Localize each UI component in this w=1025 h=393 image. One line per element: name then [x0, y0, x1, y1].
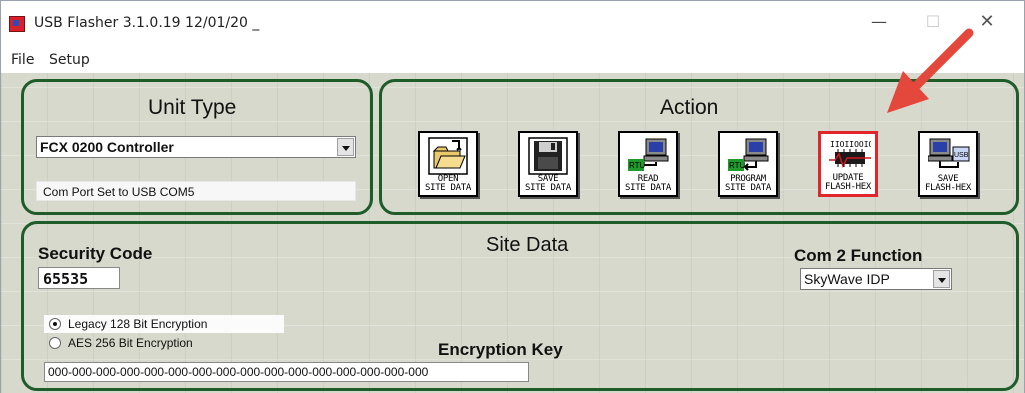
- svg-text:RTU: RTU: [729, 161, 746, 170]
- menu-bar: File Setup: [1, 49, 1024, 71]
- rtu-to-computer-icon: RTU: [628, 138, 669, 171]
- app-logo-icon: [9, 16, 25, 32]
- annotation-arrow-icon: [887, 28, 974, 113]
- legacy-encryption-option[interactable]: Legacy 128 Bit Encryption: [44, 315, 284, 333]
- action-title: Action: [660, 96, 719, 119]
- open-folder-icon: [428, 137, 468, 175]
- encryption-key-input[interactable]: 000-000-000-000-000-000-000-000-000-000-…: [44, 362, 529, 382]
- unit-type-value: FCX 0200 Controller: [40, 139, 174, 155]
- security-code-input[interactable]: 65535: [38, 267, 120, 289]
- com2-function-value: SkyWave IDP: [804, 271, 890, 287]
- computer-to-usb-icon: USB: [928, 138, 970, 168]
- com-port-status: Com Port Set to USB COM5: [36, 181, 356, 201]
- read-site-data-label: READ SITE DATA: [624, 174, 672, 193]
- update-flash-hex-label: UPDATE FLASH-HEX: [824, 173, 872, 192]
- read-site-data-button[interactable]: RTU READ SITE DATA: [618, 131, 678, 197]
- svg-text:RTU: RTU: [629, 161, 646, 170]
- program-site-data-button[interactable]: RTU PROGRAM SITE DATA: [718, 131, 778, 197]
- app-window: USB Flasher 3.1.0.19 12/01/20 _ — ☐ ✕ Fi…: [0, 0, 1025, 393]
- radio-button[interactable]: [49, 337, 61, 349]
- encryption-key-label: Encryption Key: [438, 340, 563, 359]
- svg-text:USB: USB: [954, 152, 969, 159]
- menu-setup[interactable]: Setup: [49, 52, 90, 68]
- com2-function-dropdown[interactable]: SkyWave IDP: [800, 268, 952, 290]
- unit-type-dropdown[interactable]: FCX 0200 Controller: [36, 136, 356, 158]
- legacy-encryption-label: Legacy 128 Bit Encryption: [68, 317, 208, 331]
- computer-to-rtu-icon: RTU: [728, 138, 769, 171]
- svg-text:IIOIIOOIOI: IIOIIOOIOI: [830, 140, 871, 149]
- floppy-disk-icon: [528, 137, 568, 175]
- security-code-label: Security Code: [38, 244, 153, 263]
- aes-encryption-label: AES 256 Bit Encryption: [68, 336, 193, 350]
- chip-binary-icon: IIOIIOOIOI: [829, 140, 871, 168]
- save-site-data-label: SAVE SITE DATA: [524, 174, 572, 193]
- open-site-data-label: OPEN SITE DATA: [424, 174, 472, 193]
- menu-file[interactable]: File: [11, 52, 34, 68]
- title-bar[interactable]: USB Flasher 3.1.0.19 12/01/20 _ — ☐ ✕: [1, 1, 1024, 41]
- window-title: USB Flasher 3.1.0.19 12/01/20 _: [34, 15, 260, 31]
- chevron-down-icon[interactable]: [933, 270, 950, 288]
- save-flash-hex-label: SAVE FLASH-HEX: [924, 174, 972, 193]
- save-flash-hex-button[interactable]: USB SAVE FLASH-HEX: [918, 131, 978, 197]
- unit-type-title: Unit Type: [148, 96, 237, 119]
- site-data-title: Site Data: [486, 234, 569, 256]
- aes-encryption-option[interactable]: AES 256 Bit Encryption: [44, 334, 284, 352]
- com2-function-label: Com 2 Function: [794, 246, 923, 265]
- chevron-down-icon[interactable]: [337, 138, 354, 156]
- program-site-data-label: PROGRAM SITE DATA: [724, 174, 772, 193]
- open-site-data-button[interactable]: OPEN SITE DATA: [418, 131, 478, 197]
- site-data-panel: Site Data Security Code 65535 Com 2 Func…: [21, 221, 1019, 391]
- radio-button-checked[interactable]: [49, 318, 61, 330]
- save-site-data-button[interactable]: SAVE SITE DATA: [518, 131, 578, 197]
- client-area: Unit Type FCX 0200 Controller Com Port S…: [1, 73, 1024, 393]
- unit-type-panel: Unit Type FCX 0200 Controller Com Port S…: [21, 79, 373, 215]
- update-flash-hex-button[interactable]: IIOIIOOIOI UPDATEFLASH-HEX: [818, 131, 878, 197]
